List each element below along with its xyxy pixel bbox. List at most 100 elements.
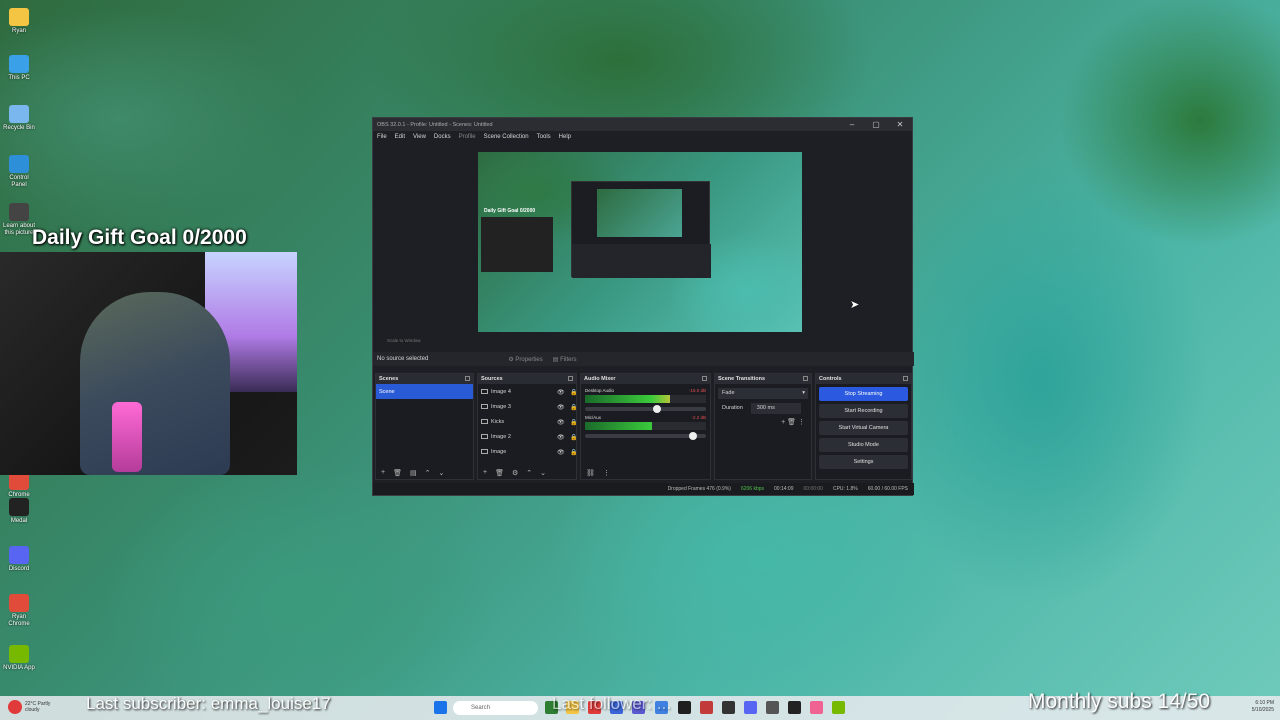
transitions-header: Scene Transitions — [715, 374, 811, 384]
app-icon-7[interactable] — [766, 701, 779, 714]
desktop-icon-medal[interactable]: Medal — [2, 498, 36, 525]
source-item[interactable]: Image 2 👁 🔒 — [478, 429, 577, 444]
scenes-header: Scenes — [376, 374, 473, 384]
transitions-dock: Scene Transitions Fade ▾ Duration 300 ms… — [714, 373, 812, 480]
duration-input[interactable]: 300 ms — [750, 403, 801, 414]
scene-item[interactable]: Scene — [376, 384, 473, 399]
add-transition-button[interactable]: + — [781, 419, 785, 426]
obs-preview[interactable]: Daily Gift Goal 0/2000 — [478, 152, 802, 332]
menu-edit[interactable]: Edit — [395, 134, 405, 140]
monthly-subs-text: Monthly subs 14/50 — [1028, 690, 1211, 713]
source-up-button[interactable]: ⌃ — [526, 469, 532, 477]
preview-zoom-label[interactable]: Scale to Window — [373, 338, 914, 348]
volume-slider[interactable] — [585, 432, 706, 440]
volume-slider[interactable] — [585, 405, 706, 413]
source-down-button[interactable]: ⌄ — [540, 469, 546, 477]
app-icon — [9, 498, 29, 516]
menu-profile[interactable]: Profile — [459, 134, 476, 140]
source-item[interactable]: Image 4 👁 🔒 — [478, 384, 577, 399]
app-icon — [9, 645, 29, 663]
clock[interactable]: 6:10 PM 5/10/2025 — [1238, 700, 1274, 714]
add-source-button[interactable]: + — [483, 469, 487, 477]
move-down-button[interactable]: ⌄ — [438, 469, 444, 477]
desktop-icon-this-pc[interactable]: This PC — [2, 55, 36, 82]
source-item[interactable]: Kicks 👁 🔒 — [478, 414, 577, 429]
filters-button[interactable]: ▤ Filters — [553, 356, 577, 363]
move-up-button[interactable]: ⌃ — [425, 469, 431, 477]
sources-toolbar: + 🗑 ⚙ ⌃ ⌄ — [483, 469, 546, 477]
mixer-toolbar: ⛓ ⋮ — [586, 469, 610, 477]
menu-scene-collection[interactable]: Scene Collection — [484, 134, 529, 140]
app-icon-4[interactable] — [678, 701, 691, 714]
start-recording-button[interactable]: Start Recording — [819, 404, 908, 418]
visibility-icon[interactable]: 👁 — [557, 449, 565, 456]
desktop-icon-ryan[interactable]: Ryan — [2, 8, 36, 35]
menu-help[interactable]: Help — [559, 134, 571, 140]
source-item[interactable]: Image 3 👁 🔒 — [478, 399, 577, 414]
lock-icon[interactable]: 🔒 — [570, 419, 577, 426]
studio-mode-button[interactable]: Studio Mode — [819, 438, 908, 452]
app-icon-5[interactable] — [700, 701, 713, 714]
app-icon — [9, 203, 29, 221]
start-virtual-camera-button[interactable]: Start Virtual Camera — [819, 421, 908, 435]
transition-menu-button[interactable]: ⋮ — [798, 419, 805, 426]
desktop-icon-recycle-bin[interactable]: Recycle Bin — [2, 105, 36, 132]
taskbar-search[interactable]: Search — [453, 701, 538, 715]
scene-filters-button[interactable]: ▤ — [410, 469, 417, 477]
stop-streaming-button[interactable]: Stop Streaming — [819, 387, 908, 401]
visibility-icon[interactable]: 👁 — [557, 419, 565, 426]
nvidia-icon[interactable] — [832, 701, 845, 714]
lock-icon[interactable]: 🔒 — [570, 434, 577, 441]
preview-webcam — [481, 217, 553, 272]
desktop-icon-nvidia-app[interactable]: NVIDIA App — [2, 645, 36, 672]
minimize-button[interactable]: – — [840, 120, 864, 129]
visibility-icon[interactable]: 👁 — [557, 404, 565, 411]
app-icon-6[interactable] — [722, 701, 735, 714]
obs-titlebar[interactable]: OBS 32.0.1 - Profile: Untitled - Scenes:… — [373, 118, 912, 131]
channel-name: Desktop Audio — [585, 388, 615, 393]
menu-docks[interactable]: Docks — [434, 134, 451, 140]
lock-icon[interactable]: 🔒 — [570, 404, 577, 411]
properties-button[interactable]: ⚙ Properties — [508, 356, 542, 363]
desktop-icon-label: Medal — [10, 518, 28, 524]
medal-icon[interactable] — [788, 701, 801, 714]
source-properties-button[interactable]: ⚙ — [512, 469, 518, 477]
desktop-icon-control-panel[interactable]: Control Panel — [2, 155, 36, 189]
desktop-icon-discord[interactable]: Discord — [2, 546, 36, 573]
remove-scene-button[interactable]: 🗑 — [393, 469, 402, 477]
mixer-link-icon[interactable]: ⛓ — [586, 469, 595, 477]
menu-tools[interactable]: Tools — [537, 134, 551, 140]
app-icon-8[interactable] — [810, 701, 823, 714]
visibility-icon[interactable]: 👁 — [557, 389, 565, 396]
mixer-menu-icon[interactable]: ⋮ — [603, 469, 610, 477]
channel-name: Mic/Aux — [585, 415, 602, 420]
menu-view[interactable]: View — [413, 134, 426, 140]
desktop-icon-learn-about-this-picture[interactable]: Learn about this picture — [2, 203, 36, 237]
remove-source-button[interactable]: 🗑 — [495, 469, 504, 477]
nested-docks — [572, 244, 711, 278]
menu-file[interactable]: File — [377, 134, 387, 140]
transition-select[interactable]: Fade ▾ — [718, 388, 808, 399]
channel-db: -15.0 dB — [688, 388, 706, 393]
close-button[interactable]: ✕ — [888, 120, 912, 129]
add-scene-button[interactable]: + — [381, 469, 385, 477]
maximize-button[interactable]: ▢ — [864, 120, 888, 129]
desktop-icon-chrome[interactable]: Chrome — [2, 472, 36, 499]
record-time: 00:00:00 — [803, 486, 823, 492]
source-item[interactable]: Image 👁 🔒 — [478, 444, 577, 459]
sources-dock: Sources Image 4 👁 🔒 Image 3 👁 🔒 Kicks 👁 🔒 Image 2… — [477, 373, 577, 480]
desktop-icon-ryan-chrome[interactable]: Ryan Chrome — [2, 594, 36, 628]
gift-goal-text: Daily Gift Goal 0/2000 — [32, 226, 247, 249]
lock-icon[interactable]: 🔒 — [570, 389, 577, 396]
visibility-icon[interactable]: 👁 — [557, 434, 565, 441]
desktop-icon-label: NVIDIA App — [3, 665, 35, 671]
start-icon[interactable] — [434, 701, 447, 714]
lock-icon[interactable]: 🔒 — [570, 449, 577, 456]
discord-icon[interactable] — [744, 701, 757, 714]
weather-icon[interactable] — [8, 700, 22, 714]
last-follower-text: Last follower: ... — [552, 694, 672, 713]
settings-button[interactable]: Settings — [819, 455, 908, 469]
remove-transition-button[interactable]: 🗑 — [787, 419, 796, 426]
cpu-usage: CPU: 1.8% — [832, 486, 858, 492]
weather-text: 22°C Partly cloudy — [25, 701, 51, 713]
